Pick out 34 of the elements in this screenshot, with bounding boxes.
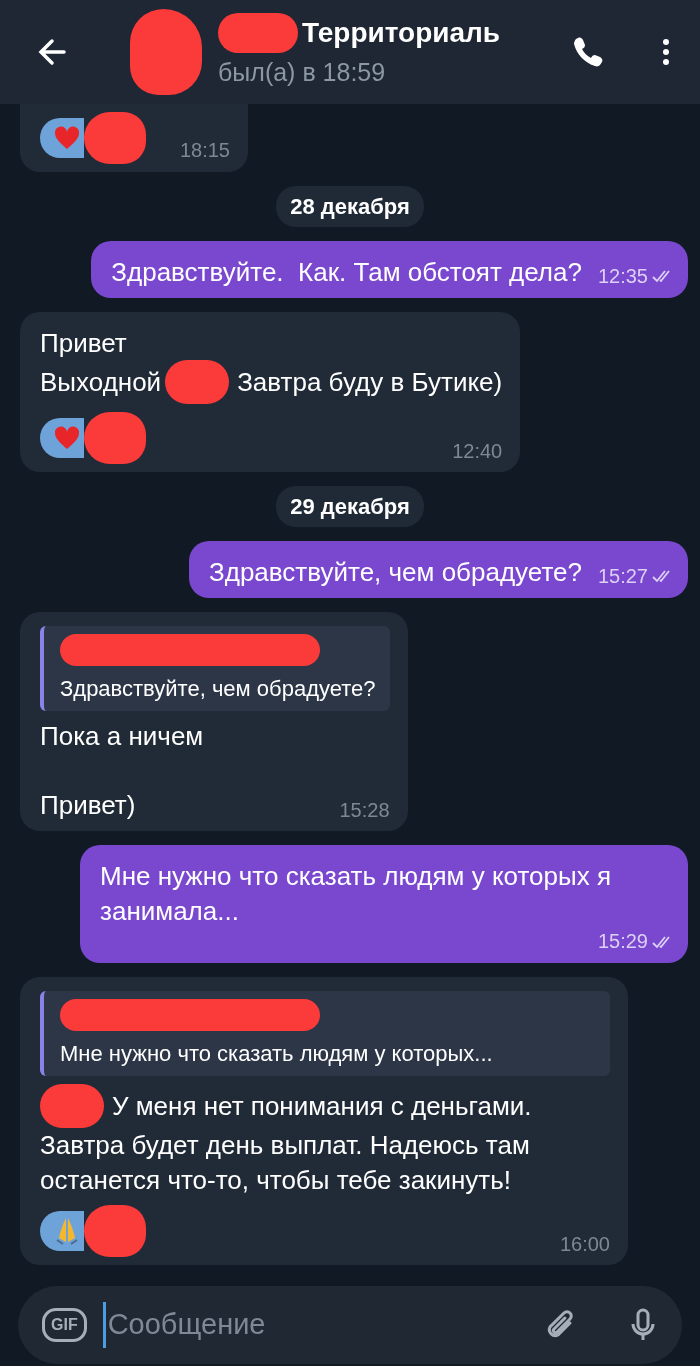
quoted-message[interactable]: Мне нужно что сказать людям у которых... xyxy=(40,991,610,1077)
message-input[interactable]: Сообщение xyxy=(102,1302,528,1348)
message-text: Пока а ничем Привет) xyxy=(40,720,204,823)
message-text: Привет xyxy=(40,326,127,360)
message-text: У меня нет понимания с деньгами. xyxy=(112,1090,532,1123)
date-separator: 28 декабря xyxy=(276,186,424,227)
date-separator: 29 декабря xyxy=(276,486,424,528)
reaction-pill[interactable] xyxy=(40,118,84,158)
message-text: Завтра буду в Бутике) xyxy=(237,365,503,399)
quoted-text: Мне нужно что сказать людям у которых... xyxy=(60,1040,494,1069)
message-time: 12:35 xyxy=(597,264,648,289)
message-text: Мне нужно что сказать людям у которых я занимала... xyxy=(100,860,612,928)
message-time: 15:28 xyxy=(339,797,390,823)
message-text: Здравствуйте, чем обрадуете? xyxy=(209,556,582,590)
heart-icon xyxy=(54,425,80,452)
praying-hands-icon xyxy=(54,1216,80,1247)
message-text: Выходной xyxy=(40,365,162,399)
message-time: 16:00 xyxy=(559,1231,610,1257)
more-options-icon[interactable] xyxy=(662,37,670,67)
quoted-message[interactable]: Здравствуйте, чем обрадуете? xyxy=(40,625,390,711)
quoted-text: Здравствуйте, чем обрадуете? xyxy=(60,674,376,703)
heart-icon xyxy=(54,125,80,151)
chat-title: Территориаль xyxy=(302,16,501,51)
reaction-pill[interactable] xyxy=(40,1211,84,1252)
message-composer[interactable]: GIF Сообщение xyxy=(18,1286,682,1364)
message-text: Завтра будет день выплат. Надеюсь там останется что-то, чтобы тебе закинуть! xyxy=(40,1129,531,1197)
reaction-pill[interactable] xyxy=(40,418,84,459)
message-time: 18:15 xyxy=(179,138,230,164)
last-seen-status: был(а) в 18:59 xyxy=(218,57,387,89)
message-time: 15:27 xyxy=(597,564,648,590)
message-time: 15:29 xyxy=(597,929,648,955)
message-text: Здравствуйте. Как. Там обстоят дела? xyxy=(111,256,582,289)
message-time: 12:40 xyxy=(452,438,503,464)
gif-button[interactable]: GIF xyxy=(42,1308,87,1342)
